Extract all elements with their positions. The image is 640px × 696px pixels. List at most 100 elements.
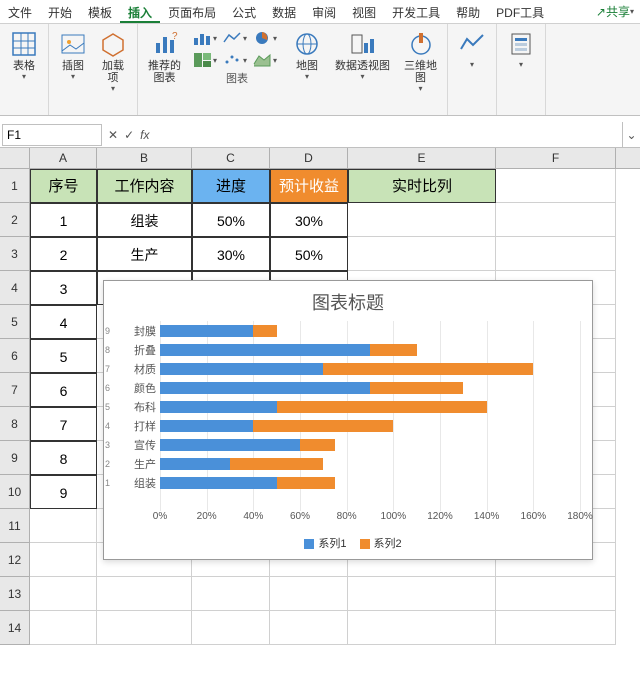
header-work[interactable]: 工作内容 [97, 169, 192, 203]
row-header[interactable]: 10 [0, 475, 30, 509]
worksheet[interactable]: A B C D E F 1 序号 工作内容 进度 预计收益 实时比列 2 1 组… [0, 148, 640, 696]
cell[interactable]: 7 [30, 407, 97, 441]
scatter-chart-icon[interactable]: ▾ [221, 50, 249, 70]
cell[interactable]: 30% [192, 237, 270, 271]
cell[interactable] [496, 611, 616, 645]
cell[interactable]: 3 [30, 271, 97, 305]
row-header[interactable]: 1 [0, 169, 30, 203]
row-header[interactable]: 12 [0, 543, 30, 577]
row-header[interactable]: 7 [0, 373, 30, 407]
cell[interactable]: 30% [270, 203, 348, 237]
cancel-icon[interactable]: ✕ [108, 128, 118, 142]
menu-home[interactable]: 开始 [40, 0, 80, 23]
pie-chart-icon[interactable]: ▾ [251, 28, 279, 48]
expand-formula-button[interactable]: ⌄ [622, 122, 640, 147]
row-header[interactable]: 11 [0, 509, 30, 543]
surface-chart-icon[interactable]: ▾ [251, 50, 279, 70]
cell[interactable] [192, 611, 270, 645]
chart-plot-area[interactable]: 9封膜8折叠7材质6颜色5布科4打样3宣传2生产1组装 [160, 321, 582, 511]
cell[interactable]: 1 [30, 203, 97, 237]
col-header[interactable]: B [97, 148, 192, 168]
formula-input[interactable] [155, 124, 622, 146]
header-progress[interactable]: 进度 [192, 169, 270, 203]
chart-title[interactable]: 图表标题 [104, 289, 592, 315]
row-header[interactable]: 13 [0, 577, 30, 611]
menu-formula[interactable]: 公式 [224, 0, 264, 23]
illustrations-button[interactable]: 插图 ▾ [55, 28, 91, 95]
menu-pdf[interactable]: PDF工具 [488, 0, 552, 23]
cell[interactable]: 50% [270, 237, 348, 271]
menu-review[interactable]: 审阅 [304, 0, 344, 23]
treemap-chart-icon[interactable]: ▾ [191, 50, 219, 70]
row-header[interactable]: 8 [0, 407, 30, 441]
cell[interactable] [348, 203, 496, 237]
col-header[interactable]: A [30, 148, 97, 168]
cell[interactable]: 组装 [97, 203, 192, 237]
select-all-corner[interactable] [0, 148, 30, 168]
share-button[interactable]: ↗ 共享 ▾ [590, 0, 640, 23]
recommended-charts-button[interactable]: ? 推荐的 图表 [144, 28, 185, 86]
map-button[interactable]: 地图 ▾ [289, 28, 325, 83]
header-seq[interactable]: 序号 [30, 169, 97, 203]
cell[interactable] [348, 577, 496, 611]
cell[interactable] [496, 237, 616, 271]
cell[interactable] [496, 577, 616, 611]
addins-button[interactable]: 加载 项 ▾ [95, 28, 131, 95]
line-chart-icon[interactable]: ▾ [221, 28, 249, 48]
cell[interactable]: 4 [30, 305, 97, 339]
cell[interactable] [97, 577, 192, 611]
cell[interactable]: 6 [30, 373, 97, 407]
menu-page-layout[interactable]: 页面布局 [160, 0, 224, 23]
col-header[interactable]: E [348, 148, 496, 168]
row-header[interactable]: 2 [0, 203, 30, 237]
menu-view[interactable]: 视图 [344, 0, 384, 23]
col-header[interactable]: F [496, 148, 616, 168]
row-header[interactable]: 9 [0, 441, 30, 475]
col-header[interactable]: C [192, 148, 270, 168]
col-header[interactable]: D [270, 148, 348, 168]
cell[interactable]: 8 [30, 441, 97, 475]
table-button[interactable]: 表格 ▾ [6, 28, 42, 83]
cell[interactable] [192, 577, 270, 611]
cell[interactable]: 2 [30, 237, 97, 271]
column-chart-icon[interactable]: ▾ [191, 28, 219, 48]
row-header[interactable]: 6 [0, 339, 30, 373]
slicer-button[interactable]: ▾ [503, 28, 539, 71]
cell[interactable]: 生产 [97, 237, 192, 271]
sparkline-button[interactable]: ▾ [454, 28, 490, 71]
picture-icon [59, 30, 87, 58]
cell[interactable] [30, 611, 97, 645]
cell[interactable]: 5 [30, 339, 97, 373]
header-estimate[interactable]: 预计收益 [270, 169, 348, 203]
3d-map-button[interactable]: 三维地 图 ▾ [400, 28, 441, 95]
menu-file[interactable]: 文件 [0, 0, 40, 23]
row-header[interactable]: 3 [0, 237, 30, 271]
header-ratio[interactable]: 实时比列 [348, 169, 496, 203]
cell[interactable] [270, 577, 348, 611]
cell[interactable]: 9 [30, 475, 97, 509]
menu-data[interactable]: 数据 [264, 0, 304, 23]
menu-devtools[interactable]: 开发工具 [384, 0, 448, 23]
name-box[interactable] [2, 124, 102, 146]
cell[interactable] [30, 577, 97, 611]
chart-legend[interactable]: 系列1 系列2 [104, 535, 592, 551]
cell[interactable] [348, 237, 496, 271]
cell[interactable]: 50% [192, 203, 270, 237]
menu-template[interactable]: 模板 [80, 0, 120, 23]
row-header[interactable]: 4 [0, 271, 30, 305]
cell[interactable] [97, 611, 192, 645]
cell[interactable] [270, 611, 348, 645]
fx-icon[interactable]: fx [140, 128, 149, 142]
menu-help[interactable]: 帮助 [448, 0, 488, 23]
cell[interactable] [496, 169, 616, 203]
cell[interactable] [348, 611, 496, 645]
pivot-chart-button[interactable]: 数据透视图 ▾ [331, 28, 394, 83]
cell[interactable] [30, 543, 97, 577]
row-header[interactable]: 14 [0, 611, 30, 645]
menu-insert[interactable]: 插入 [120, 0, 160, 23]
cell[interactable] [496, 203, 616, 237]
row-header[interactable]: 5 [0, 305, 30, 339]
confirm-icon[interactable]: ✓ [124, 128, 134, 142]
embedded-chart[interactable]: 图表标题 9封膜8折叠7材质6颜色5布科4打样3宣传2生产1组装 0%20%40… [103, 280, 593, 560]
cell[interactable] [30, 509, 97, 543]
